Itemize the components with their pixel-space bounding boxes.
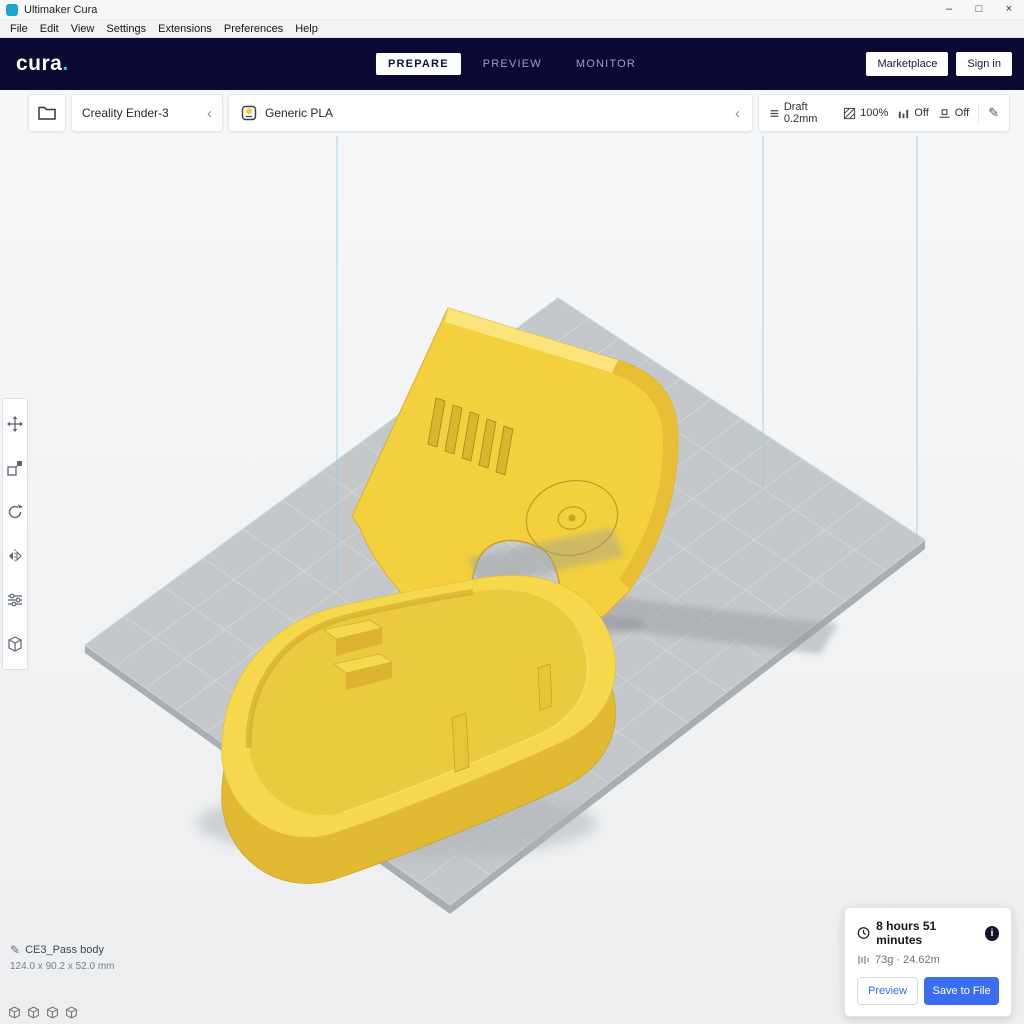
per-model-settings-button[interactable] — [3, 578, 27, 622]
print-settings-selector[interactable]: Draft 0.2mm 100% Off Off ✎ — [758, 94, 1010, 132]
object-cube-icon[interactable] — [65, 1006, 78, 1019]
infill-icon — [844, 107, 856, 119]
adhesion-icon — [939, 108, 950, 118]
scale-tool-button[interactable] — [3, 446, 27, 490]
configuration-bar: Creality Ender-3 ‹ Generic PLA ‹ Draft 0… — [28, 94, 1010, 132]
object-cube-icon[interactable] — [27, 1006, 40, 1019]
menu-help[interactable]: Help — [289, 22, 324, 36]
window-title: Ultimaker Cura — [24, 3, 98, 16]
support-blocker-icon — [8, 636, 22, 652]
material-icon — [241, 105, 257, 121]
tab-monitor[interactable]: MONITOR — [564, 53, 648, 75]
menu-extensions[interactable]: Extensions — [152, 22, 218, 36]
move-icon — [7, 416, 23, 432]
printer-selector[interactable]: Creality Ender-3 ‹ — [71, 94, 223, 132]
rotate-tool-button[interactable] — [3, 490, 27, 534]
edit-object-name-icon[interactable]: ✎ — [10, 943, 20, 957]
support-icon — [899, 109, 909, 118]
print-time-estimate: 8 hours 51 minutes — [876, 919, 937, 947]
object-cube-icon[interactable] — [46, 1006, 59, 1019]
menu-edit[interactable]: Edit — [34, 22, 65, 36]
tab-prepare[interactable]: PREPARE — [375, 53, 461, 75]
layers-icon — [770, 109, 779, 117]
signin-button[interactable]: Sign in — [956, 52, 1012, 76]
window-titlebar: Ultimaker Cura – □ × — [0, 0, 1024, 20]
print-job-panel: 8 hours 51 minutes i 73g · 24.62m Previe… — [844, 907, 1012, 1017]
cura-app-icon — [6, 3, 18, 16]
support-blocker-button[interactable] — [3, 622, 27, 666]
app-header: cura. PREPARE PREVIEW MONITOR Marketplac… — [0, 38, 1024, 90]
menu-file[interactable]: File — [4, 22, 34, 36]
object-list[interactable] — [8, 1006, 78, 1019]
header-actions: Marketplace Sign in — [866, 52, 1012, 76]
close-button[interactable]: × — [994, 0, 1024, 20]
material-usage: 73g · 24.62m — [875, 954, 940, 966]
save-to-file-button[interactable]: Save to File — [924, 977, 999, 1005]
menu-settings[interactable]: Settings — [100, 22, 152, 36]
material-name: Generic PLA — [265, 106, 334, 120]
selected-object-name: CE3_Pass body — [25, 944, 104, 956]
selected-object-dimensions: 124.0 x 90.2 x 52.0 mm — [10, 961, 115, 972]
rotate-icon — [8, 504, 23, 519]
material-selector[interactable]: Generic PLA ‹ — [228, 94, 753, 132]
viewport-3d[interactable] — [0, 90, 1024, 1024]
cura-logo: cura. — [16, 52, 69, 75]
support-setting: Off — [897, 107, 929, 120]
menu-preferences[interactable]: Preferences — [218, 22, 289, 36]
divider — [978, 103, 980, 123]
window-controls: – □ × — [934, 0, 1024, 20]
chevron-left-icon[interactable]: ‹ — [207, 106, 212, 121]
menu-bar: File Edit View Settings Extensions Prefe… — [0, 20, 1024, 38]
scale-icon — [7, 461, 22, 476]
marketplace-button[interactable]: Marketplace — [866, 52, 949, 76]
sliders-icon — [8, 593, 22, 607]
menu-view[interactable]: View — [65, 22, 101, 36]
tab-preview[interactable]: PREVIEW — [471, 53, 554, 75]
edit-settings-icon[interactable]: ✎ — [988, 105, 999, 121]
infill-setting: 100% — [843, 107, 888, 120]
move-tool-button[interactable] — [3, 402, 27, 446]
mirror-icon — [9, 549, 22, 563]
folder-icon — [38, 106, 56, 120]
material-usage-icon — [858, 956, 869, 964]
minimize-button[interactable]: – — [934, 0, 964, 20]
preview-button[interactable]: Preview — [857, 977, 919, 1005]
stage-tabs: PREPARE PREVIEW MONITOR — [375, 53, 648, 75]
info-icon[interactable]: i — [984, 925, 999, 941]
profile-setting: Draft 0.2mm — [769, 101, 834, 125]
clock-icon — [857, 927, 870, 939]
open-file-button[interactable] — [28, 94, 66, 132]
chevron-left-icon[interactable]: ‹ — [735, 106, 740, 121]
model-toolbar — [2, 398, 28, 670]
object-cube-icon[interactable] — [8, 1006, 21, 1019]
selection-info: ✎ CE3_Pass body 124.0 x 90.2 x 52.0 mm — [10, 943, 115, 972]
scene — [84, 136, 926, 914]
maximize-button[interactable]: □ — [964, 0, 994, 20]
printer-name: Creality Ender-3 — [82, 106, 169, 120]
adhesion-setting: Off — [938, 107, 969, 120]
mirror-tool-button[interactable] — [3, 534, 27, 578]
